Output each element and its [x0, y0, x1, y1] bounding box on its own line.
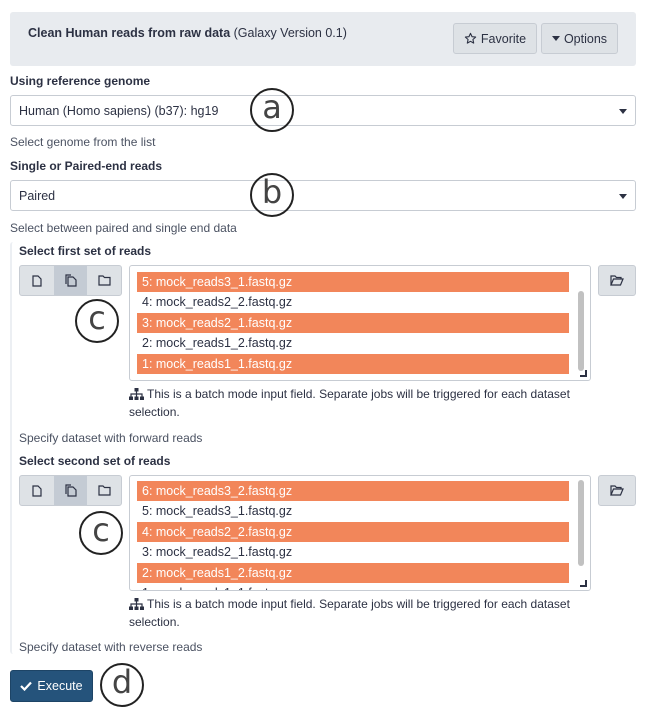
annotation-marker-b: b	[250, 173, 294, 217]
resize-handle-icon[interactable]	[579, 369, 587, 377]
first-reads-label: Select first set of reads	[19, 244, 152, 258]
read-type-select[interactable]: Paired	[10, 180, 636, 211]
second-reads-listbox[interactable]: 6: mock_reads3_2.fastq.gz 5: mock_reads3…	[129, 475, 591, 591]
files-icon	[64, 274, 77, 287]
read-type-help: Select between paired and single end dat…	[10, 221, 237, 235]
execute-button[interactable]: Execute	[10, 670, 93, 702]
scrollbar[interactable]	[578, 291, 584, 371]
folder-open-icon	[610, 485, 624, 496]
annotation-marker-d: d	[100, 663, 144, 707]
multiple-datasets-button[interactable]	[53, 476, 88, 505]
read-type-label: Single or Paired-end reads	[10, 159, 163, 173]
first-reads-mode-group	[19, 265, 122, 296]
tool-name: Clean Human reads from raw data	[28, 26, 231, 40]
batch-note-text: This is a batch mode input field. Separa…	[129, 597, 570, 629]
read-type-value: Paired	[19, 188, 56, 203]
second-reads-mode-group	[19, 475, 122, 506]
execute-label: Execute	[37, 679, 83, 693]
options-button[interactable]: Options	[541, 23, 618, 54]
tool-version: (Galaxy Version 0.1)	[233, 26, 347, 40]
first-reads-browse-button[interactable]	[598, 265, 636, 296]
tool-header: Clean Human reads from raw data (Galaxy …	[10, 12, 636, 66]
sitemap-icon	[129, 598, 144, 610]
second-reads-browse-button[interactable]	[598, 475, 636, 506]
check-icon	[20, 681, 33, 691]
annotation-marker-a: a	[250, 88, 294, 132]
first-reads-help: Specify dataset with forward reads	[19, 431, 203, 445]
folder-icon	[98, 485, 111, 496]
second-reads-help: Specify dataset with reverse reads	[19, 640, 203, 654]
list-item[interactable]: 5: mock_reads3_1.fastq.gz	[137, 272, 569, 292]
list-item[interactable]: 3: mock_reads2_1.fastq.gz	[137, 542, 569, 562]
files-icon	[64, 484, 77, 497]
conditional-section-border	[10, 242, 18, 654]
reference-genome-select[interactable]: Human (Homo sapiens) (b37): hg19	[10, 95, 636, 126]
multiple-datasets-button[interactable]	[53, 266, 88, 295]
caret-down-icon	[619, 194, 627, 199]
reference-genome-value: Human (Homo sapiens) (b37): hg19	[19, 103, 219, 118]
list-item[interactable]: 1: mock_reads1_1.fastq.gz	[137, 354, 569, 374]
caret-down-icon	[551, 35, 560, 41]
favorite-button[interactable]: Favorite	[453, 23, 537, 54]
caret-down-icon	[619, 109, 627, 114]
options-label: Options	[563, 31, 608, 46]
list-item[interactable]: 2: mock_reads1_2.fastq.gz	[137, 333, 569, 353]
collection-button[interactable]	[87, 476, 121, 505]
single-dataset-button[interactable]	[20, 476, 54, 505]
tool-title: Clean Human reads from raw data (Galaxy …	[28, 26, 347, 40]
second-reads-batch-note: This is a batch mode input field. Separa…	[129, 595, 599, 631]
reference-genome-label: Using reference genome	[10, 74, 151, 88]
batch-note-text: This is a batch mode input field. Separa…	[129, 387, 570, 419]
star-icon	[464, 32, 477, 44]
file-icon	[32, 274, 42, 287]
first-reads-batch-note: This is a batch mode input field. Separa…	[129, 385, 599, 421]
annotation-marker-c-first: c	[75, 299, 119, 343]
list-item[interactable]: 1: mock_reads1_1.fastq.gz	[137, 583, 569, 590]
folder-icon	[98, 275, 111, 286]
list-item-partial	[137, 266, 569, 272]
reference-genome-help: Select genome from the list	[10, 135, 156, 149]
annotation-marker-c-second: c	[79, 511, 123, 555]
file-icon	[32, 484, 42, 497]
list-item[interactable]: 4: mock_reads2_2.fastq.gz	[137, 292, 569, 312]
list-item[interactable]: 6: mock_reads3_2.fastq.gz	[137, 481, 569, 501]
scrollbar[interactable]	[578, 480, 584, 566]
second-reads-label: Select second set of reads	[19, 454, 171, 468]
collection-button[interactable]	[87, 266, 121, 295]
single-dataset-button[interactable]	[20, 266, 54, 295]
folder-open-icon	[610, 275, 624, 286]
list-item[interactable]: 4: mock_reads2_2.fastq.gz	[137, 522, 569, 542]
list-item[interactable]: 2: mock_reads1_2.fastq.gz	[137, 563, 569, 583]
resize-handle-icon[interactable]	[579, 579, 587, 587]
list-item[interactable]: 5: mock_reads3_1.fastq.gz	[137, 501, 569, 521]
first-reads-listbox[interactable]: 5: mock_reads3_1.fastq.gz 4: mock_reads2…	[129, 265, 591, 381]
list-item[interactable]: 3: mock_reads2_1.fastq.gz	[137, 313, 569, 333]
favorite-label: Favorite	[480, 31, 527, 46]
sitemap-icon	[129, 388, 144, 400]
